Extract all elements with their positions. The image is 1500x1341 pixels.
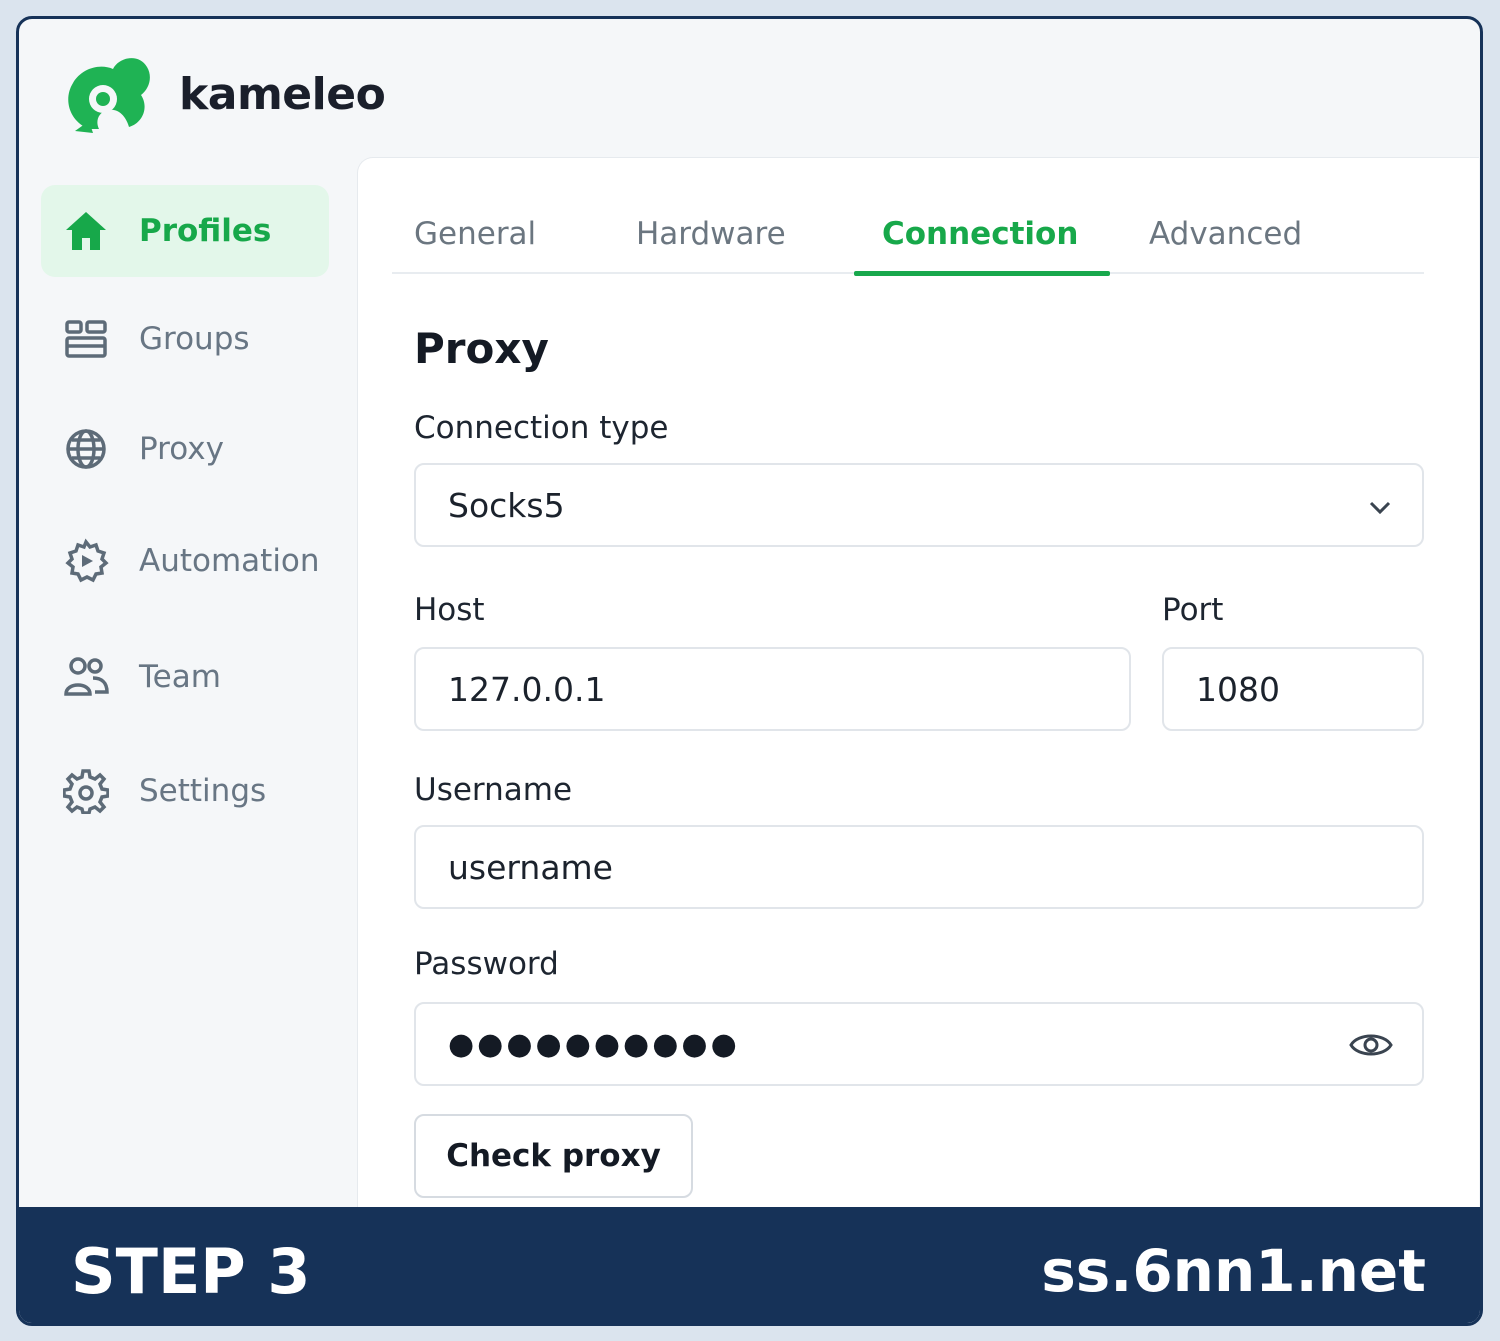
kameleo-logo-icon — [68, 58, 150, 133]
sidebar-item-label: Automation — [139, 543, 320, 579]
username-input[interactable]: username — [414, 825, 1424, 909]
section-title: Proxy — [414, 324, 549, 373]
host-value: 127.0.0.1 — [448, 669, 606, 709]
sidebar-item-label: Settings — [139, 773, 267, 809]
tab-connection[interactable]: Connection — [853, 194, 1111, 276]
tab-hardware[interactable]: Hardware — [636, 194, 786, 274]
sidebar-item-settings[interactable]: Settings — [41, 745, 329, 837]
tab-advanced[interactable]: Advanced — [1149, 194, 1302, 274]
connection-type-value: Socks5 — [448, 485, 565, 525]
check-proxy-button[interactable]: Check proxy — [414, 1114, 693, 1198]
site-label: ss.6nn1.net — [1041, 1237, 1426, 1305]
eye-icon[interactable] — [1348, 1024, 1394, 1066]
sidebar-item-label: Team — [139, 659, 221, 695]
connection-type-label: Connection type — [414, 410, 669, 446]
tab-general[interactable]: General — [414, 194, 536, 274]
step-label: STEP 3 — [71, 1235, 311, 1308]
sidebar: Profiles Groups Proxy Automation Team Se… — [19, 159, 357, 1209]
tab-bar: General Hardware Connection Advanced — [392, 194, 1424, 276]
chevron-down-icon — [1369, 501, 1391, 515]
home-icon — [63, 208, 109, 254]
port-input[interactable]: 1080 — [1162, 647, 1424, 731]
host-input[interactable]: 127.0.0.1 — [414, 647, 1131, 731]
profile-editor-panel: General Hardware Connection Advanced Pro… — [357, 157, 1479, 1217]
host-label: Host — [414, 592, 485, 628]
app-window: kameleo Profiles Groups Proxy Automation… — [16, 16, 1483, 1326]
sidebar-item-label: Groups — [139, 321, 250, 357]
automation-icon — [63, 538, 109, 584]
password-label: Password — [414, 946, 559, 982]
sidebar-item-label: Proxy — [139, 431, 224, 467]
password-masked-value: ●●●●●●●●●● — [448, 1026, 740, 1062]
sidebar-item-groups[interactable]: Groups — [41, 293, 329, 385]
sidebar-item-label: Profiles — [139, 213, 272, 249]
sidebar-item-automation[interactable]: Automation — [41, 515, 329, 607]
port-value: 1080 — [1196, 669, 1280, 709]
connection-type-select[interactable]: Socks5 — [414, 463, 1424, 547]
sidebar-item-proxy[interactable]: Proxy — [41, 403, 329, 495]
sidebar-item-profiles[interactable]: Profiles — [41, 185, 329, 277]
groups-icon — [63, 316, 109, 362]
password-input[interactable]: ●●●●●●●●●● — [414, 1002, 1424, 1086]
port-label: Port — [1162, 592, 1224, 628]
team-icon — [63, 654, 109, 700]
sidebar-item-team[interactable]: Team — [41, 631, 329, 723]
step-banner: STEP 3 ss.6nn1.net — [19, 1207, 1480, 1323]
username-value: username — [448, 847, 613, 887]
app-header: kameleo — [19, 19, 1480, 157]
username-label: Username — [414, 772, 573, 808]
globe-icon — [63, 426, 109, 472]
brand-name: kameleo — [179, 69, 386, 120]
gear-icon — [63, 768, 109, 814]
